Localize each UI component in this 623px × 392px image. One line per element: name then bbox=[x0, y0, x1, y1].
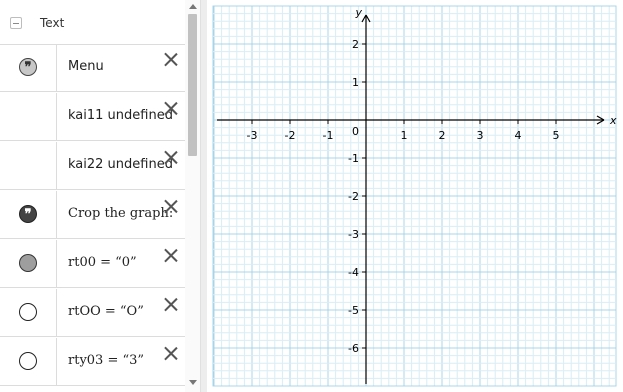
algebra-row-text[interactable]: Menu bbox=[68, 59, 104, 74]
delete-icon[interactable] bbox=[164, 101, 178, 115]
marble-cell bbox=[0, 142, 57, 189]
y-tick-label: -1 bbox=[348, 152, 359, 165]
marble-cell: ❞ bbox=[0, 44, 57, 91]
panel-divider[interactable] bbox=[200, 0, 207, 392]
delete-icon[interactable] bbox=[164, 297, 178, 311]
y-tick-label: -6 bbox=[348, 342, 359, 355]
y-tick-label: -2 bbox=[348, 190, 359, 203]
algebra-row-kai22[interactable]: kai22 undefined bbox=[0, 142, 185, 190]
coordinate-plane[interactable]: x y 0 -3 -2 -1 1 2 3 4 5 2 1 -1 -2 -3 -4 -5 -6 bbox=[207, 0, 623, 392]
delete-icon[interactable] bbox=[164, 52, 178, 66]
y-tick-label: 2 bbox=[352, 38, 359, 51]
origin-label: 0 bbox=[352, 125, 359, 138]
algebra-row-rt00[interactable]: rt00 = “0” bbox=[0, 240, 185, 288]
visibility-toggle-icon[interactable] bbox=[19, 303, 37, 321]
graphics-view[interactable]: x y 0 -3 -2 -1 1 2 3 4 5 2 1 -1 -2 -3 -4 -5 -6 bbox=[207, 0, 623, 392]
algebra-row-kai11[interactable]: kai11 undefined bbox=[0, 93, 185, 141]
text-visibility-icon[interactable]: ❞ bbox=[19, 205, 37, 223]
algebra-row-rtOO[interactable]: rtOO = “O” bbox=[0, 289, 185, 337]
delete-icon[interactable] bbox=[164, 248, 178, 262]
marble-cell: ❞ bbox=[0, 191, 57, 238]
x-tick-label: 3 bbox=[477, 129, 484, 142]
x-tick-label: 5 bbox=[553, 129, 560, 142]
y-tick-label: 1 bbox=[352, 76, 359, 89]
marble-cell bbox=[0, 289, 57, 336]
algebra-row-text[interactable]: kai11 undefined bbox=[68, 108, 173, 123]
y-axis-label: y bbox=[354, 6, 362, 19]
algebra-header: Text bbox=[0, 0, 185, 45]
x-tick-label: -3 bbox=[247, 129, 258, 142]
x-tick-label: 4 bbox=[515, 129, 522, 142]
algebra-row-menu[interactable]: ❞ Menu bbox=[0, 44, 185, 92]
algebra-row-text[interactable]: Crop the graph: bbox=[68, 206, 173, 221]
marble-cell bbox=[0, 240, 57, 287]
x-axis-label: x bbox=[609, 114, 617, 127]
y-tick-label: -4 bbox=[348, 266, 359, 279]
x-tick-label: 1 bbox=[401, 129, 408, 142]
x-tick-label: -2 bbox=[285, 129, 296, 142]
scrollbar-thumb[interactable] bbox=[188, 14, 197, 156]
scroll-down-arrow-icon[interactable] bbox=[189, 380, 197, 385]
y-tick-label: -5 bbox=[348, 304, 359, 317]
algebra-row-text[interactable]: rty03 = “3” bbox=[68, 353, 144, 368]
x-tick-label: -1 bbox=[323, 129, 334, 142]
delete-icon[interactable] bbox=[164, 199, 178, 213]
scroll-up-arrow-icon[interactable] bbox=[189, 4, 197, 9]
algebra-row-rty03[interactable]: rty03 = “3” bbox=[0, 338, 185, 386]
algebra-row-crop[interactable]: ❞ Crop the graph: bbox=[0, 191, 185, 239]
delete-icon[interactable] bbox=[164, 346, 178, 360]
algebra-row-text[interactable]: rtOO = “O” bbox=[68, 304, 144, 319]
text-visibility-icon[interactable]: ❞ bbox=[19, 58, 37, 76]
x-tick-label: 2 bbox=[439, 129, 446, 142]
algebra-header-title: Text bbox=[40, 16, 65, 30]
visibility-toggle-icon[interactable] bbox=[19, 254, 37, 272]
algebra-row-text[interactable]: rt00 = “0” bbox=[68, 255, 137, 270]
algebra-panel: Text ❞ Menu kai11 undefined kai22 undefi… bbox=[0, 0, 200, 392]
marble-cell bbox=[0, 338, 57, 385]
collapse-icon[interactable] bbox=[10, 17, 22, 29]
marble-cell bbox=[0, 93, 57, 140]
y-tick-label: -3 bbox=[348, 228, 359, 241]
algebra-row-text[interactable]: kai22 undefined bbox=[68, 157, 173, 172]
visibility-toggle-icon[interactable] bbox=[19, 352, 37, 370]
delete-icon[interactable] bbox=[164, 150, 178, 164]
